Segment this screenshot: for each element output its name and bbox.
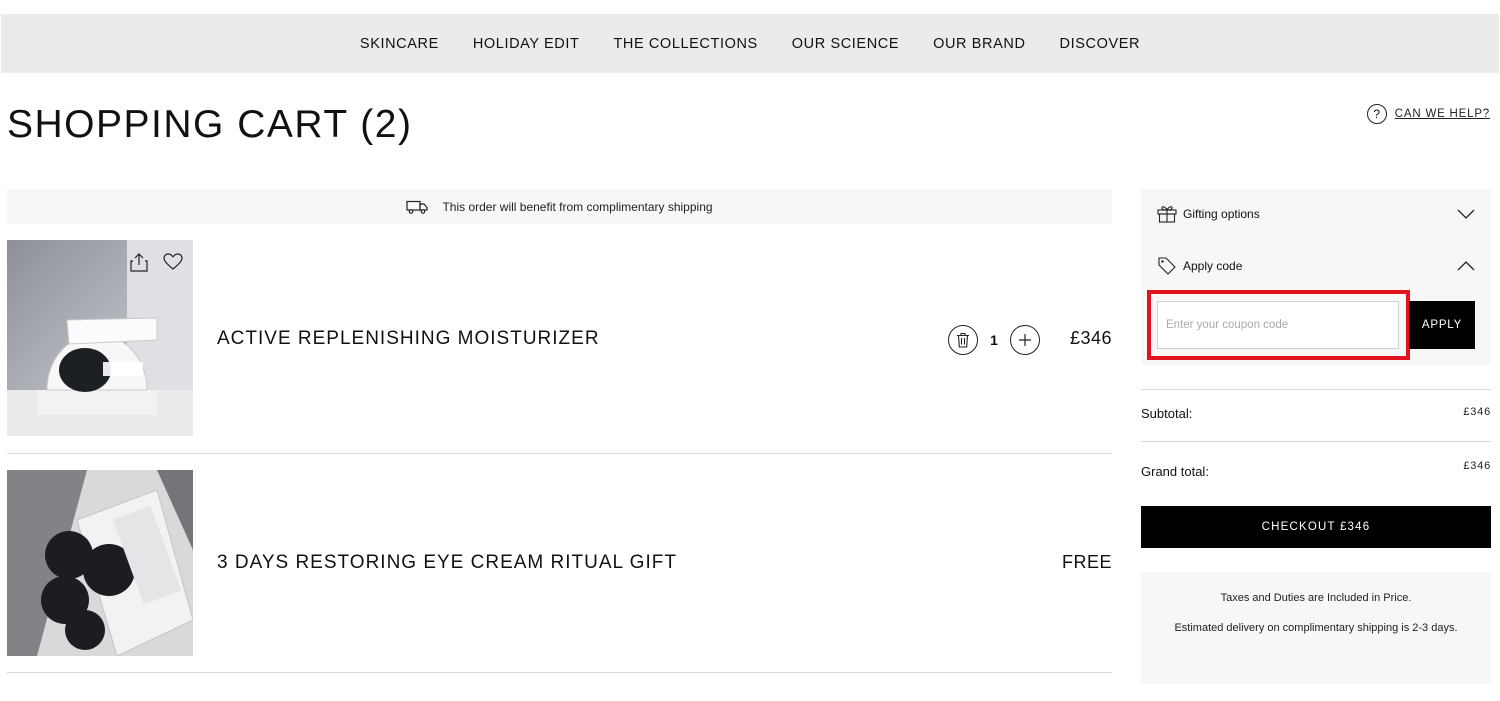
divider: [1141, 441, 1491, 442]
nav-skincare[interactable]: SKINCARE: [360, 36, 439, 52]
cart-item: 3 DAYS RESTORING EYE CREAM RITUAL GIFT F…: [7, 470, 1112, 673]
product-image-moisturizer[interactable]: [7, 240, 193, 436]
chevron-up-icon: [1457, 261, 1475, 271]
gift-icon: [1157, 206, 1177, 223]
page-title: SHOPPING CART (2): [7, 103, 413, 146]
help-icon[interactable]: ?: [1366, 104, 1387, 124]
can-we-help-link[interactable]: CAN WE HELP?: [1395, 108, 1490, 120]
gifting-options-toggle[interactable]: Gifting options: [1157, 205, 1475, 223]
divider: [1141, 389, 1491, 390]
nav-the-collections[interactable]: THE COLLECTIONS: [613, 36, 757, 52]
item-price: FREE: [1061, 552, 1112, 572]
plus-icon: [1019, 334, 1031, 346]
grand-total-row: Grand total: £346: [1141, 460, 1491, 479]
quantity-stepper: 1: [948, 325, 1040, 355]
heart-icon[interactable]: [163, 252, 183, 272]
tag-icon: [1158, 257, 1176, 275]
grand-total-value: £346: [1463, 460, 1491, 472]
product-image-eye-cream-gift[interactable]: [7, 470, 193, 656]
coupon-code-input[interactable]: [1157, 301, 1399, 349]
delivery-info-text: Estimated delivery on complimentary ship…: [1174, 622, 1458, 634]
nav-our-brand[interactable]: OUR BRAND: [933, 36, 1025, 52]
shipping-notice-text: This order will benefit from complimenta…: [442, 199, 713, 214]
grand-total-label: Grand total:: [1141, 464, 1209, 479]
chevron-down-icon: [1457, 209, 1475, 219]
remove-item-button[interactable]: [948, 325, 978, 355]
apply-code-label: Apply code: [1183, 259, 1243, 273]
subtotal-label: Subtotal:: [1141, 406, 1193, 421]
nav-our-science[interactable]: OUR SCIENCE: [792, 36, 899, 52]
apply-coupon-button[interactable]: APPLY: [1409, 301, 1475, 349]
item-name[interactable]: ACTIVE REPLENISHING MOISTURIZER: [217, 328, 600, 350]
apply-code-toggle[interactable]: Apply code: [1157, 256, 1475, 276]
trash-icon: [957, 332, 969, 348]
gifting-options-label: Gifting options: [1183, 207, 1260, 221]
increase-quantity-button[interactable]: [1010, 325, 1040, 355]
quantity-value: 1: [990, 332, 998, 348]
delivery-info-box: Taxes and Duties are Included in Price. …: [1141, 572, 1491, 684]
subtotal-row: Subtotal: £346: [1141, 406, 1491, 421]
cart-options-panel: Gifting options Apply code APPLY: [1141, 189, 1491, 365]
main-navigation: SKINCARE HOLIDAY EDIT THE COLLECTIONS OU…: [1, 14, 1499, 73]
help-link-group[interactable]: ? CAN WE HELP?: [1366, 104, 1490, 124]
cart-item: ACTIVE REPLENISHING MOISTURIZER 1 £346: [7, 240, 1112, 454]
truck-icon: [406, 200, 429, 214]
shipping-notice-bar: This order will benefit from complimenta…: [7, 189, 1112, 224]
nav-holiday-edit[interactable]: HOLIDAY EDIT: [473, 36, 580, 52]
item-price: £346: [1069, 328, 1112, 348]
checkout-button[interactable]: CHECKOUT £346: [1141, 506, 1491, 548]
item-name[interactable]: 3 DAYS RESTORING EYE CREAM RITUAL GIFT: [217, 552, 677, 574]
subtotal-value: £346: [1463, 406, 1491, 418]
share-icon[interactable]: [129, 252, 149, 272]
taxes-info-text: Taxes and Duties are Included in Price.: [1220, 592, 1412, 604]
nav-discover[interactable]: DISCOVER: [1060, 36, 1141, 52]
image-actions: [129, 252, 183, 272]
